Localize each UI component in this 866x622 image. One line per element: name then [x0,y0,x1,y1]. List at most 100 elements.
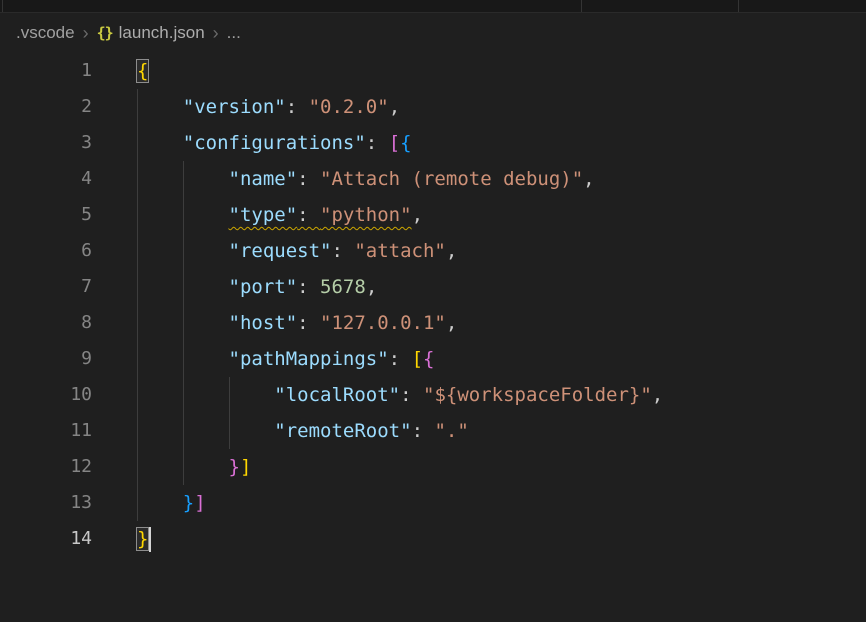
token[interactable]: : [366,132,389,154]
token[interactable]: "python" [320,204,412,226]
indent-guide [183,449,184,485]
line-number[interactable]: 12 [0,449,92,485]
code-line[interactable]: 11 "remoteRoot": "." [0,413,866,449]
token[interactable]: : [331,240,354,262]
indent-guide [229,413,230,449]
token[interactable]: "127.0.0.1" [320,312,446,334]
matched-bracket[interactable]: } [137,528,148,550]
token[interactable]: : [389,348,412,370]
code-text[interactable]: "host": "127.0.0.1", [137,305,457,341]
code-line[interactable]: 12 }] [0,449,866,485]
code-text[interactable]: "localRoot": "${workspaceFolder}", [137,377,663,413]
code-line[interactable]: 13 }] [0,485,866,521]
token[interactable]: "request" [229,240,332,262]
code-line[interactable]: 6 "request": "attach", [0,233,866,269]
line-number[interactable]: 14 [0,521,92,557]
token[interactable]: : [297,312,320,334]
code-line[interactable]: 3 "configurations": [{ [0,125,866,161]
token[interactable]: "type" [229,204,298,226]
code-text[interactable]: } [137,521,151,557]
token[interactable]: : [297,204,320,226]
token[interactable]: "0.2.0" [309,96,389,118]
token[interactable]: "remoteRoot" [274,420,411,442]
token[interactable]: { [423,348,434,370]
line-number[interactable]: 11 [0,413,92,449]
token[interactable]: "name" [229,168,298,190]
token[interactable]: : [286,96,309,118]
token[interactable]: , [446,312,457,334]
code-line[interactable]: 4 "name": "Attach (remote debug)", [0,161,866,197]
breadcrumb-file[interactable]: launch.json [119,23,205,43]
token[interactable]: { [400,132,411,154]
line-number[interactable]: 3 [0,125,92,161]
token[interactable]: } [183,492,194,514]
token[interactable]: "attach" [354,240,446,262]
code-text[interactable]: }] [137,449,251,485]
token[interactable]: ] [194,492,205,514]
token[interactable]: "configurations" [183,132,366,154]
line-number[interactable]: 6 [0,233,92,269]
token[interactable]: "version" [183,96,286,118]
token[interactable]: "Attach (remote debug)" [320,168,583,190]
line-number[interactable]: 7 [0,269,92,305]
token[interactable]: "." [434,420,468,442]
line-number[interactable]: 5 [0,197,92,233]
breadcrumb-symbol-path[interactable]: ... [227,23,241,43]
token[interactable]: "pathMappings" [229,348,389,370]
code-text[interactable]: { [137,53,148,89]
token[interactable]: , [389,96,400,118]
token[interactable]: [ [412,348,423,370]
matched-bracket[interactable]: { [137,60,148,82]
token[interactable]: ] [240,456,251,478]
token[interactable]: : [400,384,423,406]
code-text[interactable]: "port": 5678, [137,269,377,305]
code-text[interactable]: "pathMappings": [{ [137,341,434,377]
token[interactable]: : [297,168,320,190]
line-number[interactable]: 4 [0,161,92,197]
line-number[interactable]: 2 [0,89,92,125]
token[interactable]: : [412,420,435,442]
code-line[interactable]: 8 "host": "127.0.0.1", [0,305,866,341]
token[interactable]: "port" [229,276,298,298]
token[interactable]: , [366,276,377,298]
code-line[interactable]: 1{ [0,53,866,89]
token[interactable]: "${workspaceFolder}" [423,384,652,406]
code-line[interactable]: 2 "version": "0.2.0", [0,89,866,125]
indentation [137,132,183,154]
editor[interactable]: 1{2 "version": "0.2.0",3 "configurations… [0,53,866,557]
token[interactable]: 5678 [320,276,366,298]
code-lines[interactable]: 1{2 "version": "0.2.0",3 "configurations… [0,53,866,557]
token[interactable]: : [297,276,320,298]
token[interactable]: } [229,456,240,478]
token[interactable]: [ [389,132,400,154]
line-number[interactable]: 10 [0,377,92,413]
breadcrumb-folder[interactable]: .vscode [16,23,75,43]
code-line[interactable]: 14} [0,521,866,557]
code-line[interactable]: 5 "type": "python", [0,197,866,233]
indent-guide [183,197,184,233]
code-text[interactable]: }] [137,485,206,521]
code-text[interactable]: "version": "0.2.0", [137,89,400,125]
code-text[interactable]: "remoteRoot": "." [137,413,469,449]
code-line[interactable]: 9 "pathMappings": [{ [0,341,866,377]
token[interactable]: , [446,240,457,262]
line-number[interactable]: 1 [0,53,92,89]
code-text[interactable]: "request": "attach", [137,233,457,269]
line-number[interactable]: 9 [0,341,92,377]
token[interactable]: , [583,168,594,190]
indentation [137,420,274,442]
line-number[interactable]: 13 [0,485,92,521]
code-text[interactable]: "type": "python", [137,197,423,233]
code-text[interactable]: "configurations": [{ [137,125,412,161]
token[interactable]: "host" [229,312,298,334]
code-line[interactable]: 10 "localRoot": "${workspaceFolder}", [0,377,866,413]
code-line[interactable]: 7 "port": 5678, [0,269,866,305]
indent-guide [137,197,138,233]
token[interactable]: , [412,204,423,226]
indent-guide [137,449,138,485]
code-text[interactable]: "name": "Attach (remote debug)", [137,161,595,197]
line-number[interactable]: 8 [0,305,92,341]
token[interactable]: , [652,384,663,406]
chevron-right-icon: › [205,23,227,44]
token[interactable]: "localRoot" [274,384,400,406]
